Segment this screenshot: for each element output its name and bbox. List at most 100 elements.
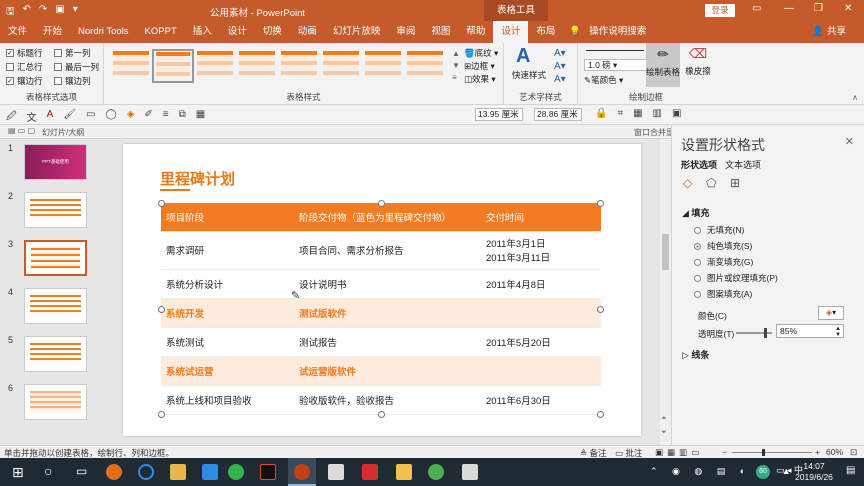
resize-handle[interactable] xyxy=(158,306,165,313)
header-cell[interactable]: 项目阶段 xyxy=(161,203,294,232)
time-cell[interactable]: 2011年5月20日 xyxy=(481,327,601,357)
effects-pentagon-icon[interactable]: ⬠ xyxy=(706,176,716,190)
table-style-swatch[interactable] xyxy=(110,49,152,83)
table-icon[interactable]: ▦ xyxy=(633,108,642,119)
eyedropper-icon[interactable]: 🖉 xyxy=(6,109,17,126)
fit-slide-icon[interactable]: ⊡ xyxy=(850,447,857,458)
shape-outline-icon[interactable]: ▭ xyxy=(86,109,95,126)
resize-handle[interactable] xyxy=(597,411,604,418)
shading-button[interactable]: 🪣底纹 ▾ xyxy=(464,47,498,60)
remote-desktop-icon[interactable] xyxy=(328,464,344,480)
font-color-icon[interactable]: A xyxy=(47,109,54,126)
stage-cell[interactable]: 需求调研 xyxy=(161,231,294,270)
fill-line-icon[interactable]: ◇ xyxy=(683,176,692,190)
clock[interactable]: 14:07 2019/6/26 xyxy=(786,461,842,483)
notification-icon[interactable]: ▤ xyxy=(846,465,855,476)
notepad-icon[interactable] xyxy=(462,464,478,480)
pen-color-button[interactable]: ✎笔颜色 ▾ xyxy=(584,74,623,86)
radio-no-fill[interactable]: 无填充(N) xyxy=(694,224,744,236)
tab-design[interactable]: 设计 xyxy=(220,21,255,43)
deliverable-cell[interactable]: 测试报告 xyxy=(294,327,481,357)
zoom-knob[interactable] xyxy=(762,449,765,456)
deliverable-cell[interactable]: 测试版软件 xyxy=(294,298,481,328)
pane-close-icon[interactable]: ✕ xyxy=(845,135,854,148)
browser-icon[interactable] xyxy=(106,464,122,480)
checkbox-total-row[interactable]: 汇总行 xyxy=(6,60,54,73)
tab-insert[interactable]: 插入 xyxy=(185,21,220,43)
borders-button[interactable]: ⊞边框 ▾ xyxy=(464,60,498,73)
table-row[interactable]: 系统上线和项目验收 验收版软件，验收报告 2011年6月30日 xyxy=(161,385,601,415)
windows-start-icon[interactable]: ⊞ xyxy=(12,464,24,481)
prev-slide-icon[interactable]: ⏶ xyxy=(661,415,667,423)
lock-aspect-icon[interactable]: 🔒 xyxy=(595,108,607,119)
resize-handle[interactable] xyxy=(378,411,385,418)
tab-home[interactable]: 开始 xyxy=(35,21,70,43)
radio-solid-fill[interactable]: 纯色填充(S) xyxy=(694,240,752,252)
next-slide-icon[interactable]: ⏷ xyxy=(661,429,667,437)
radio-pattern-fill[interactable]: 图案填充(A) xyxy=(694,288,752,300)
quick-styles-button[interactable]: 快速样式 xyxy=(512,69,546,81)
radio-gradient-fill[interactable]: 渐变填充(G) xyxy=(694,256,753,268)
zoom-level[interactable]: 60% xyxy=(826,447,843,457)
tab-animations[interactable]: 动画 xyxy=(290,21,325,43)
tell-me-search[interactable]: 操作说明搜索 xyxy=(589,21,654,43)
edge-icon[interactable] xyxy=(138,464,154,480)
slider-knob[interactable] xyxy=(764,328,768,338)
resize-handle[interactable] xyxy=(378,200,385,207)
tab-shape-options[interactable]: 形状选项 xyxy=(681,158,717,171)
tab-table-layout[interactable]: 布局 xyxy=(528,21,563,43)
align-icon[interactable]: ≡ xyxy=(163,109,169,126)
table-style-swatch[interactable] xyxy=(236,49,278,83)
wechat-icon[interactable] xyxy=(228,464,244,480)
tab-view[interactable]: 视图 xyxy=(423,21,458,43)
undo-icon[interactable]: ↶ xyxy=(23,4,31,21)
slide-thumb-5[interactable] xyxy=(24,336,87,372)
folder-icon[interactable] xyxy=(396,464,412,480)
table-style-swatch[interactable] xyxy=(320,49,362,83)
gallery-down-icon[interactable]: ▼ xyxy=(452,61,460,70)
line-color-icon[interactable]: ✐ xyxy=(144,109,152,126)
circle-icon[interactable]: ◯ xyxy=(106,109,117,126)
ribbon-display-options-icon[interactable]: ▭ xyxy=(752,3,761,14)
arrange-icon[interactable]: ⧉ xyxy=(179,109,186,126)
tab-slideshow[interactable]: 幻灯片放映 xyxy=(325,21,389,43)
text-fill-icon[interactable]: A▾ xyxy=(554,47,566,60)
stage-cell[interactable]: 系统分析设计 xyxy=(161,269,294,299)
deliverable-cell[interactable]: 试运营版软件 xyxy=(294,356,481,386)
store-icon[interactable] xyxy=(202,464,218,480)
resize-handle[interactable] xyxy=(158,200,165,207)
table-style-swatch[interactable] xyxy=(152,49,194,83)
tab-koppt[interactable]: KOPPT xyxy=(137,21,185,43)
resize-handle[interactable] xyxy=(158,411,165,418)
media-icon[interactable] xyxy=(260,464,276,480)
table-header-row[interactable]: 项目阶段 阶段交付物（蓝色为里程碑交付物） 交付时间 xyxy=(161,203,601,232)
zoom-slider[interactable] xyxy=(732,449,812,456)
table-row[interactable]: 系统测试 测试报告 2011年5月20日 xyxy=(161,327,601,357)
gallery-more-icon[interactable]: ≡ xyxy=(452,73,457,82)
size-properties-icon[interactable]: ⊞ xyxy=(730,176,740,190)
radio-picture-fill[interactable]: 图片或纹理填充(P) xyxy=(694,272,778,284)
view-buttons[interactable]: ▣▦▥▭ xyxy=(655,447,703,458)
gallery-up-icon[interactable]: ▲ xyxy=(452,49,460,58)
stage-cell[interactable]: 系统试运营 xyxy=(161,356,294,386)
deliverable-cell[interactable]: 设计说明书 xyxy=(294,269,481,299)
redo-icon[interactable]: ↷ xyxy=(39,4,47,21)
scrollbar-thumb[interactable] xyxy=(662,234,669,270)
milestone-table[interactable]: 项目阶段 阶段交付物（蓝色为里程碑交付物） 交付时间 需求调研 项目合同、需求分… xyxy=(161,203,601,415)
table-style-swatch[interactable] xyxy=(404,49,446,83)
group-icon[interactable]: ▦ xyxy=(196,109,205,126)
height-input[interactable]: 13.95 厘米 xyxy=(475,108,523,121)
tab-file[interactable]: 文件 xyxy=(0,21,35,43)
customize-qat-icon[interactable]: ▾ xyxy=(73,4,78,21)
table-row[interactable]: 系统分析设计 设计说明书 2011年4月8日 xyxy=(161,269,601,299)
zoom-out-icon[interactable]: − xyxy=(722,447,727,457)
header-cell[interactable]: 交付时间 xyxy=(481,203,601,232)
time-cell[interactable] xyxy=(481,356,601,386)
xmind-icon[interactable] xyxy=(362,464,378,480)
slide-title[interactable]: 里程碑计划 xyxy=(160,168,235,189)
time-cell[interactable] xyxy=(481,298,601,328)
table-row[interactable]: 系统开发 测试版软件 xyxy=(161,298,601,328)
stage-cell[interactable]: 系统测试 xyxy=(161,327,294,357)
transparency-input[interactable]: 85% ▲ ▼ xyxy=(776,324,844,338)
tray-icons[interactable]: ⌃ ◉ ◍ ▤ ◐ ⊡ ▲ xyxy=(650,466,797,477)
